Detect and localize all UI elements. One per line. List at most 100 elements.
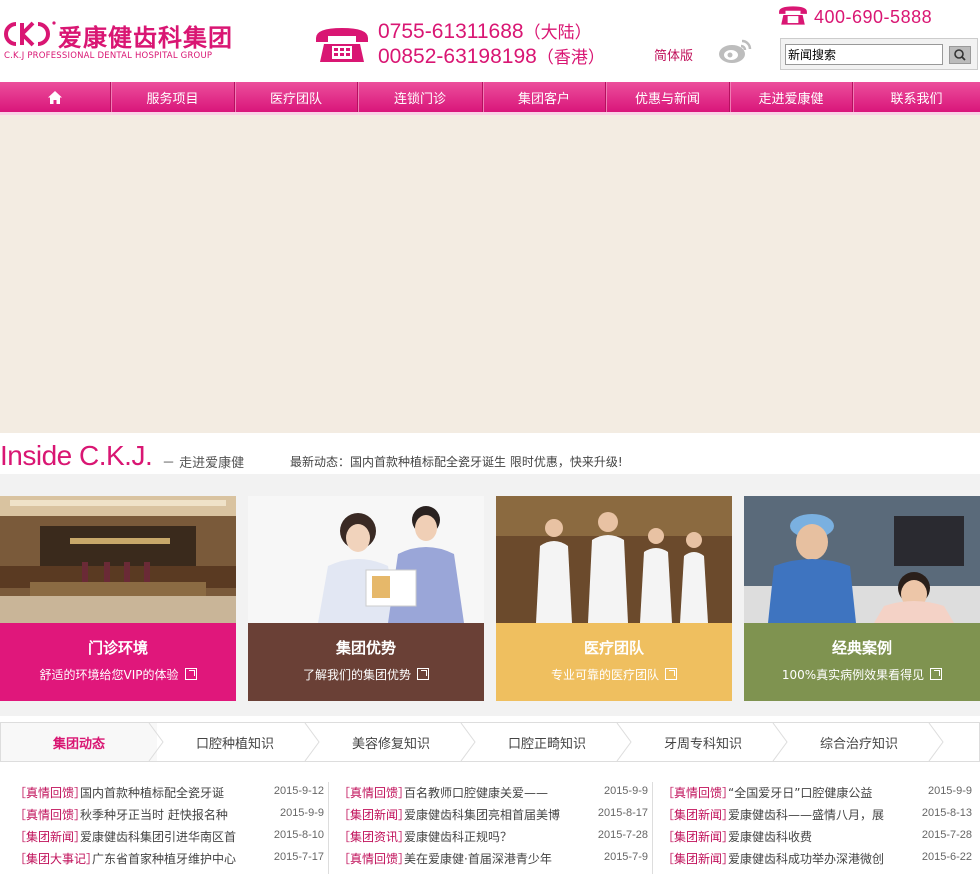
card-title: 门诊环境 [87, 639, 148, 657]
tab-cosmetic-knowledge[interactable]: 美容修复知识 [313, 723, 476, 761]
hotline-hongkong: 00852-63198198（香港） [378, 45, 605, 70]
news-category[interactable]: ［真情回馈］ [338, 784, 410, 801]
news-row[interactable]: ［集团大事记］ 广东省首家种植牙维护中心 2015-7-17 [14, 848, 324, 870]
tab-orthodontic-knowledge[interactable]: 口腔正畸知识 [469, 723, 632, 761]
logo-chinese-name: 爱康健齿科集团 [58, 24, 233, 52]
news-category[interactable]: ［集团新闻］ [662, 806, 734, 823]
nav-item-offers-news[interactable]: 优惠与新闻 [606, 82, 730, 112]
news-row[interactable]: ［集团新闻］ 爱康健齿科集团引进华南区首 2015-8-10 [14, 826, 324, 848]
column-divider [652, 782, 653, 874]
news-title[interactable]: 广东省首家种植牙维护中心 [92, 850, 250, 867]
card-link[interactable]: 了解我们的集团优势 [303, 666, 429, 683]
external-link-icon [184, 668, 197, 680]
card-link[interactable]: 100%真实病例效果看得见 [782, 666, 943, 683]
news-date: 2015-7-17 [273, 851, 324, 863]
phone-icon [316, 28, 368, 62]
card-group-advantages[interactable]: 集团优势 了解我们的集团优势 [248, 496, 484, 701]
news-row[interactable]: ［真情回馈］ “全国爱牙日”口腔健康公益 2015-9-9 [662, 782, 972, 804]
phone-icon [779, 6, 807, 25]
news-title[interactable]: 爱康健齿科正规吗？ [404, 828, 574, 845]
tab-label: 美容修复知识 [351, 736, 430, 752]
nav-item-services[interactable]: 服务项目 [111, 82, 235, 112]
hotline-mainland: 0755-61311688（大陆） [378, 20, 605, 45]
card-clinic-environment[interactable]: 门诊环境 舒适的环境给您VIP的体验 [0, 496, 236, 701]
news-title[interactable]: 爱康健齿科集团引进华南区首 [80, 828, 250, 845]
tab-label: 口腔种植知识 [195, 736, 274, 752]
news-row[interactable]: ［集团新闻］ 爱康健齿科成功举办深港微创 2015-6-22 [662, 848, 972, 870]
news-row[interactable]: ［真情回馈］ 国内首款种植标配全瓷牙诞 2015-9-12 [14, 782, 324, 804]
card-link[interactable]: 专业可靠的医疗团队 [551, 666, 677, 683]
news-category[interactable]: ［真情回馈］ [14, 806, 86, 823]
news-row[interactable]: ［真情回馈］ 秋季种牙正当时 赶快报名种 2015-9-9 [14, 804, 324, 826]
search-icon [954, 49, 966, 61]
news-category[interactable]: ［集团资讯］ [338, 828, 410, 845]
news-row[interactable]: ［真情回馈］ 美在爱康健·首届深港青少年 2015-7-9 [338, 848, 648, 870]
news-column: ［真情回馈］ “全国爱牙日”口腔健康公益 2015-9-9 ［集团新闻］ 爱康健齿科—… [662, 782, 972, 870]
card-title: 经典案例 [831, 639, 892, 657]
card-medical-team[interactable]: 医疗团队 专业可靠的医疗团队 [496, 496, 732, 701]
news-category[interactable]: ［集团大事记］ [14, 850, 98, 867]
weibo-icon[interactable] [718, 37, 752, 65]
news-date: 2015-8-13 [921, 807, 972, 819]
news-date: 2015-9-9 [279, 807, 324, 819]
chevron-separator-icon [304, 723, 320, 761]
chevron-separator-icon [772, 723, 788, 761]
card-link[interactable]: 舒适的环境给您VIP的体验 [40, 666, 197, 683]
search-input[interactable] [785, 44, 943, 65]
news-category[interactable]: ［真情回馈］ [338, 850, 410, 867]
news-row[interactable]: ［集团资讯］ 爱康健齿科正规吗？ 2015-7-28 [338, 826, 648, 848]
card-classic-cases[interactable]: 经典案例 100%真实病例效果看得见 [744, 496, 980, 701]
nav-item-about[interactable]: 走进爱康健 [730, 82, 853, 112]
news-row[interactable]: ［集团新闻］ 爱康健齿科集团亮相首届美博 2015-8-17 [338, 804, 648, 826]
hero-banner[interactable] [0, 115, 980, 433]
logo[interactable]: 爱康健齿科集团 C.K.J PROFESSIONAL DENTAL HOSPIT… [0, 16, 240, 66]
news-category[interactable]: ［集团新闻］ [338, 806, 410, 823]
card-footer: 集团优势 了解我们的集团优势 [248, 623, 484, 701]
search-box [780, 38, 978, 70]
news-title[interactable]: 美在爱康健·首届深港青少年 [404, 850, 574, 867]
language-link[interactable]: 简体版 [654, 45, 693, 64]
tab-implant-knowledge[interactable]: 口腔种植知识 [157, 723, 320, 761]
tab-label: 集团动态 [52, 736, 105, 752]
tab-general-treatment-knowledge[interactable]: 综合治疗知识 [781, 723, 944, 761]
news-title[interactable]: 爱康健齿科——盛情八月，展 [728, 806, 898, 823]
news-title[interactable]: 爱康健齿科集团亮相首届美博 [404, 806, 574, 823]
nav-item-clinics[interactable]: 连锁门诊 [358, 82, 483, 112]
news-row[interactable]: ［集团新闻］ 爱康健齿科收费 2015-7-28 [662, 826, 972, 848]
news-category[interactable]: ［真情回馈］ [662, 784, 734, 801]
tab-group-news[interactable]: 集团动态 [1, 723, 164, 761]
news-date: 2015-9-12 [273, 785, 324, 797]
news-date: 2015-6-22 [921, 851, 972, 863]
nav-item-home[interactable] [0, 82, 111, 112]
hotline-list: 0755-61311688（大陆） 00852-63198198（香港） [378, 20, 605, 70]
search-button[interactable] [949, 46, 971, 64]
news-title[interactable]: 爱康健齿科收费 [728, 828, 898, 845]
news-category[interactable]: ［集团新闻］ [662, 850, 734, 867]
news-title[interactable]: “全国爱牙日”口腔健康公益 [728, 784, 898, 801]
card-footer: 门诊环境 舒适的环境给您VIP的体验 [0, 623, 236, 701]
news-category[interactable]: ［集团新闻］ [14, 828, 86, 845]
news-row[interactable]: ［集团新闻］ 爱康健齿科——盛情八月，展 2015-8-13 [662, 804, 972, 826]
news-date: 2015-7-9 [603, 851, 648, 863]
news-title[interactable]: 秋季种牙正当时 赶快报名种 [80, 806, 250, 823]
latest-news-ticker[interactable]: 最新动态：国内首款种植标配全瓷牙诞生 限时优惠，快来升级! [290, 453, 623, 470]
clinic-lobby-photo [0, 496, 236, 623]
news-date: 2015-7-28 [921, 829, 972, 841]
nav-item-clients[interactable]: 集团客户 [483, 82, 606, 112]
news-date: 2015-7-28 [597, 829, 648, 841]
nav-item-contact[interactable]: 联系我们 [853, 82, 980, 112]
news-category[interactable]: ［真情回馈］ [14, 784, 86, 801]
news-title[interactable]: 国内首款种植标配全瓷牙诞 [80, 784, 250, 801]
hotline-400: 400-690-5888 [814, 7, 933, 27]
news-title[interactable]: 爱康健齿科成功举办深港微创 [728, 850, 898, 867]
news-title[interactable]: 百名教师口腔健康关爱—— [404, 784, 574, 801]
column-divider [328, 782, 329, 874]
nav-item-medical-team[interactable]: 医疗团队 [235, 82, 358, 112]
news-row[interactable]: ［真情回馈］ 百名教师口腔健康关爱—— 2015-9-9 [338, 782, 648, 804]
tab-periodontal-knowledge[interactable]: 牙周专科知识 [625, 723, 788, 761]
latest-news-text[interactable]: 国内首款种植标配全瓷牙诞生 限时优惠，快来升级! [350, 455, 623, 469]
chevron-separator-icon [460, 723, 476, 761]
logo-english-name: C.K.J PROFESSIONAL DENTAL HOSPITAL GROUP [4, 51, 213, 61]
news-category[interactable]: ［集团新闻］ [662, 828, 734, 845]
inside-subtitle: － 走进爱康健 [162, 456, 245, 471]
